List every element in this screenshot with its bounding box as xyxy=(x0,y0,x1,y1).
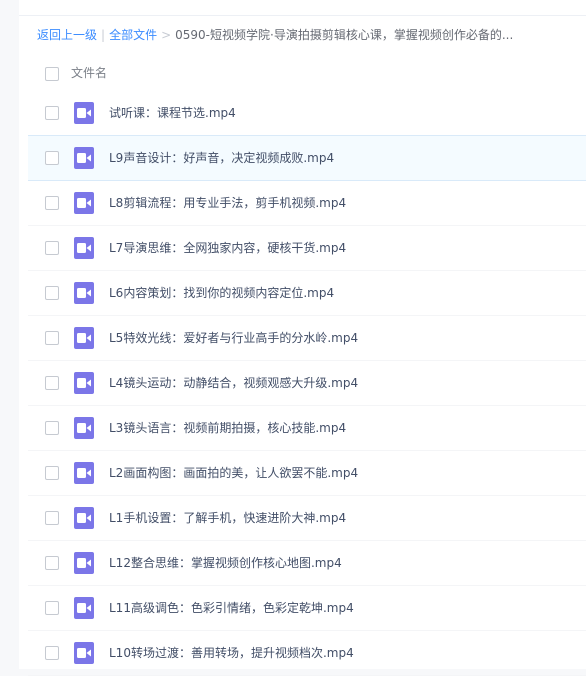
row-checkbox[interactable] xyxy=(45,196,59,210)
video-file-icon xyxy=(74,147,94,169)
breadcrumb-divider: | xyxy=(101,28,106,42)
select-all-checkbox[interactable] xyxy=(45,67,59,81)
file-name-link[interactable]: L6内容策划：找到你的视频内容定位.mp4 xyxy=(109,283,334,303)
file-row[interactable]: L7导演思维：全网独家内容，硬核干货.mp4 xyxy=(28,226,586,271)
file-row[interactable]: L2画面构图：画面拍的美，让人欲罢不能.mp4 xyxy=(28,451,586,496)
file-name-link[interactable]: L1手机设置：了解手机，快速进阶大神.mp4 xyxy=(109,508,346,528)
file-name-link[interactable]: L3镜头语言：视频前期拍摄，核心技能.mp4 xyxy=(109,418,346,438)
row-checkbox[interactable] xyxy=(45,511,59,525)
row-checkbox[interactable] xyxy=(45,286,59,300)
row-checkbox[interactable] xyxy=(45,331,59,345)
list-header: 文件名 xyxy=(19,55,586,91)
file-list-panel: 返回上一级 | 全部文件 >0590-短视频学院·导演拍摄剪辑核心课，掌握视频创作必备… xyxy=(19,0,586,676)
video-file-icon xyxy=(74,462,94,484)
file-name-link[interactable]: L9声音设计：好声音，决定视频成败.mp4 xyxy=(109,148,334,168)
file-name-link[interactable]: L8剪辑流程：用专业手法，剪手机视频.mp4 xyxy=(109,193,346,213)
video-file-icon xyxy=(74,642,94,664)
file-row[interactable]: L8剪辑流程：用专业手法，剪手机视频.mp4 xyxy=(28,181,586,226)
column-file-name[interactable]: 文件名 xyxy=(71,63,107,83)
file-row[interactable]: L9声音设计：好声音，决定视频成败.mp4 xyxy=(28,135,586,181)
row-checkbox[interactable] xyxy=(45,556,59,570)
file-name-link[interactable]: L7导演思维：全网独家内容，硬核干货.mp4 xyxy=(109,238,346,258)
video-file-icon xyxy=(74,597,94,619)
file-row[interactable]: L5特效光线：爱好者与行业高手的分水岭.mp4 xyxy=(28,316,586,361)
video-file-icon xyxy=(74,507,94,529)
video-file-icon xyxy=(74,372,94,394)
row-checkbox[interactable] xyxy=(45,466,59,480)
row-checkbox[interactable] xyxy=(45,601,59,615)
all-files-link[interactable]: 全部文件 xyxy=(109,28,157,42)
file-name-link[interactable]: L5特效光线：爱好者与行业高手的分水岭.mp4 xyxy=(109,328,358,348)
video-file-icon xyxy=(74,102,94,124)
file-row[interactable]: 试听课：课程节选.mp4 xyxy=(28,91,586,136)
file-name-link[interactable]: L2画面构图：画面拍的美，让人欲罢不能.mp4 xyxy=(109,463,358,483)
back-link[interactable]: 返回上一级 xyxy=(37,28,97,42)
breadcrumb-chevron-icon: > xyxy=(161,28,172,42)
file-name-link[interactable]: L12整合思维：掌握视频创作核心地图.mp4 xyxy=(109,553,342,573)
file-row[interactable]: L10转场过渡：善用转场，提升视频档次.mp4 xyxy=(28,631,586,676)
file-name-link[interactable]: L10转场过渡：善用转场，提升视频档次.mp4 xyxy=(109,643,354,663)
file-row[interactable]: L11高级调色：色彩引情绪，色彩定乾坤.mp4 xyxy=(28,586,586,631)
file-row[interactable]: L4镜头运动：动静结合，视频观感大升级.mp4 xyxy=(28,361,586,406)
current-folder: 0590-短视频学院·导演拍摄剪辑核心课，掌握视频创作必备的... xyxy=(175,28,514,42)
top-bar xyxy=(19,0,586,16)
file-row[interactable]: L6内容策划：找到你的视频内容定位.mp4 xyxy=(28,271,586,316)
breadcrumb: 返回上一级 | 全部文件 >0590-短视频学院·导演拍摄剪辑核心课，掌握视频创作必备… xyxy=(37,25,586,45)
file-name-link[interactable]: L4镜头运动：动静结合，视频观感大升级.mp4 xyxy=(109,373,358,393)
row-checkbox[interactable] xyxy=(45,106,59,120)
file-row[interactable]: L1手机设置：了解手机，快速进阶大神.mp4 xyxy=(28,496,586,541)
file-name-link[interactable]: L11高级调色：色彩引情绪，色彩定乾坤.mp4 xyxy=(109,598,354,618)
file-row[interactable]: L12整合思维：掌握视频创作核心地图.mp4 xyxy=(28,541,586,586)
row-checkbox[interactable] xyxy=(45,241,59,255)
file-name-link[interactable]: 试听课：课程节选.mp4 xyxy=(109,103,236,123)
row-checkbox[interactable] xyxy=(45,421,59,435)
video-file-icon xyxy=(74,237,94,259)
file-row[interactable]: L3镜头语言：视频前期拍摄，核心技能.mp4 xyxy=(28,406,586,451)
video-file-icon xyxy=(74,417,94,439)
video-file-icon xyxy=(74,192,94,214)
row-checkbox[interactable] xyxy=(45,646,59,660)
video-file-icon xyxy=(74,282,94,304)
video-file-icon xyxy=(74,327,94,349)
row-checkbox[interactable] xyxy=(45,376,59,390)
row-checkbox[interactable] xyxy=(45,151,59,165)
video-file-icon xyxy=(74,552,94,574)
